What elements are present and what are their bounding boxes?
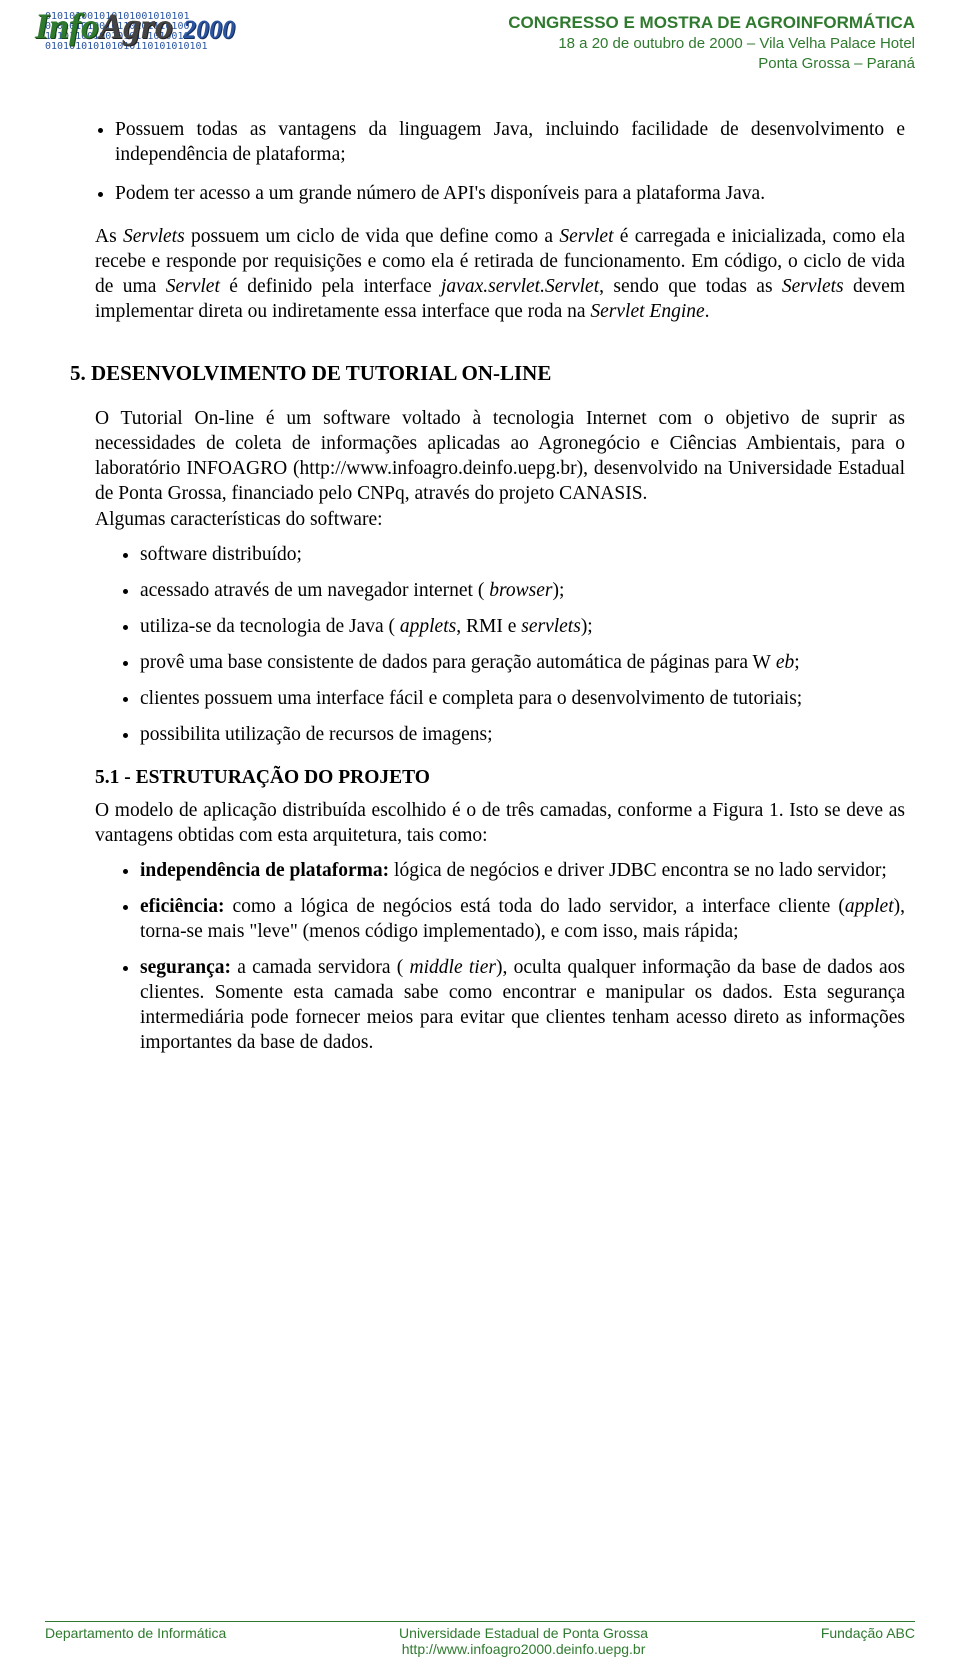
text: ); (552, 580, 564, 601)
logo-info: Info (35, 5, 99, 47)
logo-agro: Agro (99, 5, 173, 47)
footer-center-line2: http://www.infoagro2000.deinfo.uepg.br (399, 1641, 648, 1657)
advantages-list: Possuem todas as vantagens da linguagem … (70, 118, 905, 207)
architecture-advantages-list: independência de plataforma: lógica de n… (70, 859, 905, 1056)
list-item: possibilita utilização de recursos de im… (140, 723, 905, 748)
footer-center-line1: Universidade Estadual de Ponta Grossa (399, 1625, 648, 1641)
logo: 010101001010101001010101 010101010010110… (45, 12, 208, 52)
text: . (705, 301, 710, 322)
text-bold: segurança: (140, 957, 231, 978)
text-italic: eb (771, 652, 794, 673)
text: utiliza-se da tecnologia de Java ( (140, 616, 395, 637)
list-item: acessado através de um navegador interne… (140, 579, 905, 604)
text-italic: Servlet (166, 276, 220, 297)
architecture-paragraph: O modelo de aplicação distribuída escolh… (95, 799, 905, 849)
text: , sendo que todas as (599, 276, 782, 297)
text: a camada servidora ( (231, 957, 403, 978)
text-italic: Servlet (559, 226, 613, 247)
footer-right: Fundação ABC (821, 1625, 915, 1657)
tutorial-paragraph: O Tutorial On-line é um software voltado… (95, 407, 905, 507)
page-header: 010101001010101001010101 010101010010110… (45, 12, 915, 73)
text-italic: browser (484, 580, 552, 601)
list-item: eficiência: como a lógica de negócios es… (140, 895, 905, 945)
text-italic: javax.servlet.Servlet (441, 276, 599, 297)
text-italic: middle tier (403, 957, 496, 978)
logo-year: 2000 (183, 15, 235, 45)
text: O modelo de aplicação distribuída escolh… (95, 800, 712, 821)
footer-rule (45, 1621, 915, 1622)
list-item: segurança: a camada servidora ( middle t… (140, 956, 905, 1056)
text-italic: Servlets (123, 226, 185, 247)
features-intro: Algumas características do software: (95, 508, 905, 533)
text-italic: applet (845, 896, 894, 917)
text: As (95, 226, 123, 247)
list-item: Podem ter acesso a um grande número de A… (115, 182, 905, 207)
logo-text: InfoAgro 2000 (35, 5, 235, 47)
header-location: Ponta Grossa – Paraná (508, 54, 915, 74)
text: provê uma base consistente de dados para… (140, 652, 771, 673)
subsection-5-1-heading: 5.1 - ESTRUTURAÇÃO DO PROJETO (95, 766, 905, 791)
text: ); (581, 616, 593, 637)
text: lógica de negócios e driver JDBC encontr… (389, 860, 887, 881)
footer-left: Departamento de Informática (45, 1625, 226, 1657)
list-item: utiliza-se da tecnologia de Java ( apple… (140, 615, 905, 640)
list-item: independência de plataforma: lógica de n… (140, 859, 905, 884)
header-date-venue: 18 a 20 de outubro de 2000 – Vila Velha … (508, 34, 915, 54)
text-italic: servlets (521, 616, 581, 637)
text: possuem um ciclo de vida que define como… (185, 226, 560, 247)
text: acessado através de um navegador interne… (140, 580, 484, 601)
footer-center: Universidade Estadual de Ponta Grossa ht… (399, 1625, 648, 1657)
footer-row: Departamento de Informática Universidade… (45, 1625, 915, 1657)
text: ; (794, 652, 799, 673)
servlet-paragraph: As Servlets possuem um ciclo de vida que… (95, 225, 905, 325)
text: como a lógica de negócios está toda do l… (224, 896, 844, 917)
content: Possuem todas as vantagens da linguagem … (45, 118, 915, 1056)
section-5-heading: 5. DESENVOLVIMENTO DE TUTORIAL ON-LINE (70, 360, 905, 387)
text-bold: eficiência: (140, 896, 224, 917)
list-item: software distribuído; (140, 543, 905, 568)
text-bold: independência de plataforma: (140, 860, 389, 881)
text-italic: Servlets (782, 276, 844, 297)
text: , RMI e (456, 616, 521, 637)
header-title: CONGRESSO E MOSTRA DE AGROINFORMÁTICA (508, 12, 915, 34)
header-meta: CONGRESSO E MOSTRA DE AGROINFORMÁTICA 18… (508, 12, 915, 73)
text-italic: applets (395, 616, 456, 637)
figure-ref: Figura 1 (712, 800, 778, 821)
text: é definido pela interface (220, 276, 441, 297)
page-footer: Departamento de Informática Universidade… (0, 1621, 960, 1657)
list-item: Possuem todas as vantagens da linguagem … (115, 118, 905, 168)
text-italic: Servlet Engine (590, 301, 704, 322)
features-list: software distribuído; acessado através d… (70, 543, 905, 748)
list-item: clientes possuem uma interface fácil e c… (140, 687, 905, 712)
page: 010101001010101001010101 010101010010110… (0, 0, 960, 1667)
list-item: provê uma base consistente de dados para… (140, 651, 905, 676)
